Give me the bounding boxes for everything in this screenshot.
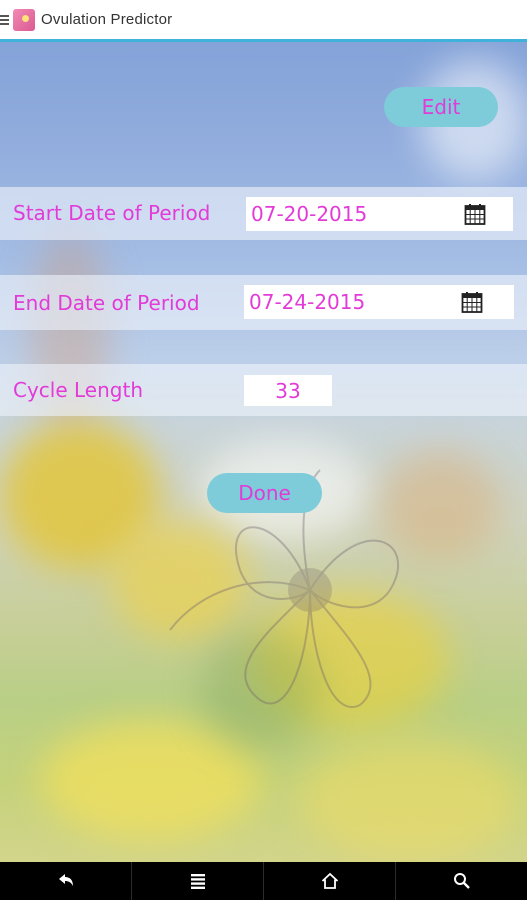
- nav-home-button[interactable]: [264, 862, 396, 900]
- search-icon: [453, 873, 470, 889]
- cycle-length-label: Cycle Length: [13, 378, 143, 402]
- menu-icon: [190, 874, 205, 889]
- start-date-label: Start Date of Period: [13, 201, 211, 225]
- drawer-menu-icon[interactable]: [0, 14, 10, 26]
- cycle-length-value: 33: [275, 378, 301, 403]
- back-arrow-icon: [58, 874, 73, 886]
- start-date-field[interactable]: 07-20-2015: [246, 197, 513, 231]
- action-bar: Ovulation Predictor: [0, 0, 527, 42]
- done-button[interactable]: Done: [207, 473, 322, 513]
- end-date-field[interactable]: 07-24-2015: [244, 285, 514, 319]
- calendar-icon[interactable]: [460, 290, 484, 314]
- edit-button[interactable]: Edit: [384, 87, 498, 127]
- home-icon: [321, 872, 338, 889]
- app-screen: Ovulation Predictor Edit Start Date of P…: [0, 0, 527, 900]
- start-date-row: Start Date of Period 07-20-2015: [0, 187, 527, 240]
- end-date-row: End Date of Period 07-24-2015: [0, 275, 527, 330]
- cycle-length-row: Cycle Length 33: [0, 364, 527, 416]
- end-date-value: 07-24-2015: [249, 290, 366, 314]
- calendar-icon[interactable]: [463, 202, 487, 226]
- app-title: Ovulation Predictor: [41, 11, 173, 28]
- nav-back-button[interactable]: [0, 862, 132, 900]
- cycle-length-field[interactable]: 33: [244, 375, 332, 406]
- nav-search-button[interactable]: [396, 862, 527, 900]
- app-logo-icon: [13, 8, 35, 31]
- system-navigation-bar: [0, 862, 527, 900]
- nav-menu-button[interactable]: [132, 862, 264, 900]
- end-date-label: End Date of Period: [13, 291, 200, 315]
- start-date-value: 07-20-2015: [251, 202, 368, 226]
